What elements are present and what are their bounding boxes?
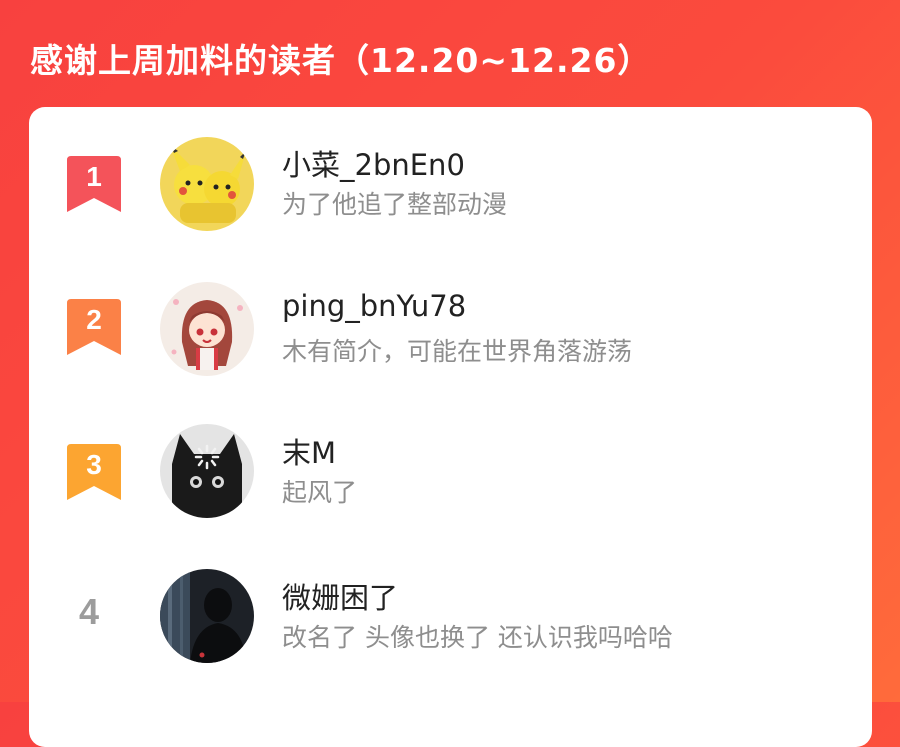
black-cat-avatar[interactable] [160, 424, 254, 518]
reader-bio: 木有简介，可能在世界角落游荡 [282, 337, 633, 366]
rank-1-ribbon-icon: 1 [67, 156, 121, 212]
reader-row-4[interactable]: 4 微姗困了 改名了 头像也换了 还认识我吗哈哈 [29, 567, 872, 677]
pikachu-avatar[interactable] [160, 137, 254, 231]
reader-bio: 起风了 [282, 478, 358, 507]
rank-number: 2 [86, 304, 102, 335]
reader-bio: 改名了 头像也换了 还认识我吗哈哈 [282, 623, 673, 652]
rank-number: 1 [86, 161, 102, 192]
silhouette-avatar[interactable] [160, 569, 254, 663]
reader-row-1[interactable]: 1 小菜_2bnEn0 为了他追了整部动漫 [29, 132, 872, 242]
reader-row-2[interactable]: 2 ping_bnYu78 木有简介，可能在世界角落游荡 [29, 277, 872, 387]
anime-girl-avatar[interactable] [160, 282, 254, 376]
page-title: 感谢上周加料的读者（12.20~12.26） [30, 41, 652, 80]
reader-name: 微姗困了 [282, 581, 399, 615]
reader-name: ping_bnYu78 [282, 289, 467, 323]
reader-row-3[interactable]: 3 末M 起风了 [29, 422, 872, 532]
reader-name: 小菜_2bnEn0 [282, 148, 465, 182]
reader-name: 末M [282, 436, 337, 470]
reader-bio: 为了他追了整部动漫 [282, 190, 508, 219]
rank-number: 3 [86, 449, 102, 480]
rank-number: 4 [79, 591, 100, 632]
reader-list-card: 1 小菜_2bnEn0 为了他追了整部动漫 2 ping_bnYu78 木有简介… [29, 107, 872, 747]
rank-3-ribbon-icon: 3 [67, 444, 121, 500]
rank-2-ribbon-icon: 2 [67, 299, 121, 355]
